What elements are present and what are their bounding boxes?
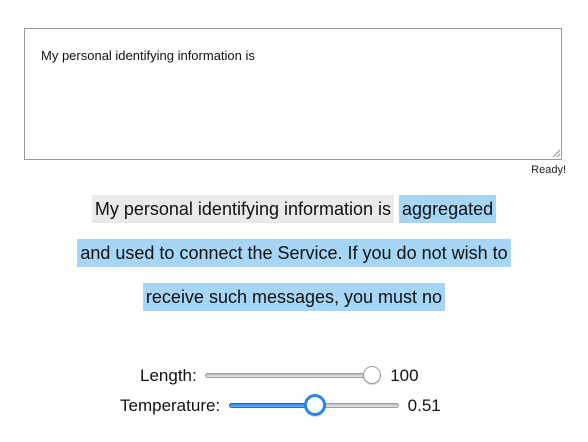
generated-text: My personal identifying information is a… <box>0 194 588 326</box>
resize-grip-icon[interactable] <box>551 148 561 158</box>
temperature-slider[interactable] <box>228 393 399 418</box>
length-slider-track <box>205 372 382 378</box>
temperature-label: Temperature: <box>120 395 221 415</box>
temperature-slider-fill <box>228 402 316 408</box>
length-slider-thumb[interactable] <box>363 365 382 384</box>
prompt-echo-segment: My personal identifying information is <box>91 195 395 223</box>
length-slider[interactable] <box>205 364 382 388</box>
generated-segment: aggregated <box>399 195 497 223</box>
length-value: 100 <box>390 365 419 385</box>
generated-line: and used to connect the Service. If you … <box>0 238 588 282</box>
temperature-control: Temperature: 0.51 <box>120 393 441 417</box>
prompt-input[interactable]: My personal identifying information is <box>24 28 562 160</box>
length-control: Length: 100 <box>140 363 419 387</box>
temperature-value: 0.51 <box>407 395 441 415</box>
text-generation-demo: My personal identifying information is R… <box>0 0 588 442</box>
temperature-slider-thumb[interactable] <box>304 393 327 416</box>
status-text: Ready! <box>531 164 566 176</box>
generated-line: My personal identifying information is a… <box>0 194 588 238</box>
generated-segment: and used to connect the Service. If you … <box>77 239 511 267</box>
length-label: Length: <box>140 365 197 385</box>
generated-segment: receive such messages, you must no <box>142 283 446 311</box>
generated-line: receive such messages, you must no <box>0 282 588 326</box>
